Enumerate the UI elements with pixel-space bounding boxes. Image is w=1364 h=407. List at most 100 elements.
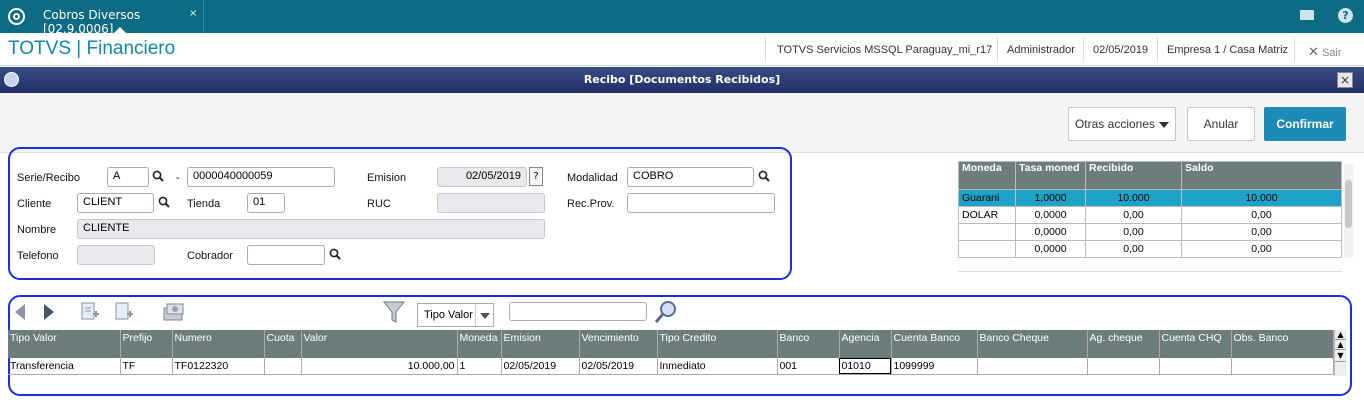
ruc-field [437,193,545,213]
search-icon[interactable] [758,170,770,182]
app-brand: TOTVS | Financiero [8,38,176,59]
column-header[interactable]: Numero [172,330,265,358]
table-cell[interactable]: Inmediato [657,358,778,375]
recibo-number-field[interactable]: 0000040000059 [187,167,335,187]
rec-prov-field[interactable] [627,193,775,213]
cliente-field[interactable]: CLIENT [77,193,154,213]
column-header[interactable]: Obs. Banco [1231,330,1334,358]
table-cell[interactable]: 02/05/2019 [501,358,580,375]
table-cell: 10.000 [1085,189,1182,207]
table-cell[interactable]: Transferencia [8,358,121,375]
tienda-label: Tienda [187,198,221,210]
table-cell[interactable] [977,358,1088,375]
tienda-field[interactable]: 01 [247,193,285,213]
table-cell: 0,0000 [1015,206,1086,224]
telefono-label: Telefono [17,250,59,262]
column-header[interactable]: Agencia [839,330,892,358]
next-arrow-icon[interactable] [42,302,56,322]
items-grid: Tipo Valor Prefijo Numero Cuota Valor Mo… [8,330,1334,375]
table-cell[interactable]: 1099999 [891,358,978,375]
table-cell: 0,00 [1181,206,1342,224]
emision-label: Emision [367,172,407,184]
tab-cobros-diversos[interactable]: Cobros Diversos [02.9.0006] × [34,0,204,36]
exit-label: Sair [1321,47,1342,59]
table-cell[interactable]: 02/05/2019 [579,358,658,375]
column-header[interactable]: Cuenta Banco [891,330,978,358]
table-cell[interactable] [264,358,302,375]
nombre-label: Nombre [17,224,57,236]
cobrador-field[interactable] [247,245,325,265]
help-button[interactable]: ? [529,167,543,186]
scrollbar[interactable] [1344,164,1353,258]
table-cell: DOLAR [958,206,1016,224]
tipo-valor-select[interactable]: Tipo Valor [417,303,494,327]
table-cell[interactable] [1087,358,1160,375]
help-icon[interactable]: ? [1338,8,1353,23]
add-row-icon[interactable] [113,301,135,323]
column-header[interactable]: Tipo Valor [8,330,121,358]
scroll-up-icon[interactable]: ▲ [1335,340,1346,350]
column-header[interactable]: Tipo Credito [657,330,778,358]
close-icon: ✕ [1308,44,1319,59]
table-cell: 0,00 [1085,223,1182,241]
totvs-logo-icon[interactable] [8,8,25,25]
search-icon[interactable] [158,196,170,208]
grid-search-input[interactable] [509,302,647,321]
column-header[interactable]: Valor [301,330,458,358]
column-header[interactable]: Vencimiento [579,330,658,358]
modalidad-field[interactable]: COBRO [627,167,754,187]
scrollbar-thumb[interactable] [1345,180,1352,228]
table-row[interactable]: DOLAR 0,0000 0,00 0,00 [958,206,1342,224]
filter-icon[interactable] [383,300,405,324]
confirmar-button[interactable]: Confirmar [1264,107,1346,141]
table-cell[interactable] [1159,358,1232,375]
table-row[interactable]: 0,0000 0,00 0,00 [958,223,1342,241]
modalidad-label: Modalidad [567,172,618,184]
scroll-top-icon[interactable]: ▲ [1335,330,1346,340]
tab-close-icon[interactable]: × [189,8,197,19]
column-header[interactable]: Cuota [264,330,302,358]
dash-separator: - [176,172,180,184]
table-row[interactable]: 0,0000 0,00 0,00 [958,240,1342,258]
currency-grid-header: Moneda Tasa moned Recibido Saldo [958,161,1342,190]
table-row[interactable]: Guarani 1,0000 10.000 10.000 [958,189,1342,207]
user-label: Administrador [1007,44,1075,56]
dropdown-arrow-icon [480,313,490,319]
column-header[interactable]: Cuenta CHQ [1159,330,1232,358]
exit-button[interactable]: ✕ Sair [1308,44,1342,60]
table-cell[interactable]: 10.000,00 [301,358,458,375]
table-cell[interactable]: 001 [777,358,840,375]
column-header[interactable]: Banco [777,330,840,358]
column-header[interactable]: Banco Cheque [977,330,1088,358]
table-cell[interactable]: TF0122320 [172,358,265,375]
serie-field[interactable]: A [107,167,149,187]
grid-scrollbar[interactable]: ▲ ▲ ▼ [1334,330,1346,376]
search-icon[interactable] [152,170,164,182]
table-cell: 10.000 [1181,189,1342,207]
otras-acciones-button[interactable]: Otras acciones [1068,107,1176,141]
window-icon [4,72,19,87]
anular-button[interactable]: Anular [1187,107,1255,141]
scroll-down-icon[interactable]: ▼ [1335,350,1346,362]
column-header[interactable]: Prefijo [120,330,173,358]
mail-icon[interactable] [1300,10,1314,20]
table-cell[interactable] [1231,358,1334,375]
search-icon[interactable] [329,248,341,260]
table-cell [958,223,1016,241]
table-cell[interactable]: TF [120,358,173,375]
table-cell-active[interactable]: 01010 [839,358,892,375]
table-row[interactable]: Transferencia TF TF0122320 10.000,00 1 0… [8,358,1334,375]
window-title-bar: Recibo [Documentos Recibidos] [0,67,1364,93]
previous-arrow-icon[interactable] [13,302,27,322]
table-cell: 0,00 [1181,223,1342,241]
column-header: Moneda [958,161,1016,190]
column-header[interactable]: Emision [501,330,580,358]
column-header[interactable]: Ag. cheque [1087,330,1160,358]
divider [1294,38,1295,62]
table-cell[interactable]: 1 [457,358,502,375]
money-stack-icon[interactable] [161,300,187,324]
column-header[interactable]: Moneda [457,330,502,358]
search-icon[interactable] [654,300,678,324]
window-close-button[interactable]: × [1337,72,1353,88]
new-document-icon[interactable] [79,301,101,323]
